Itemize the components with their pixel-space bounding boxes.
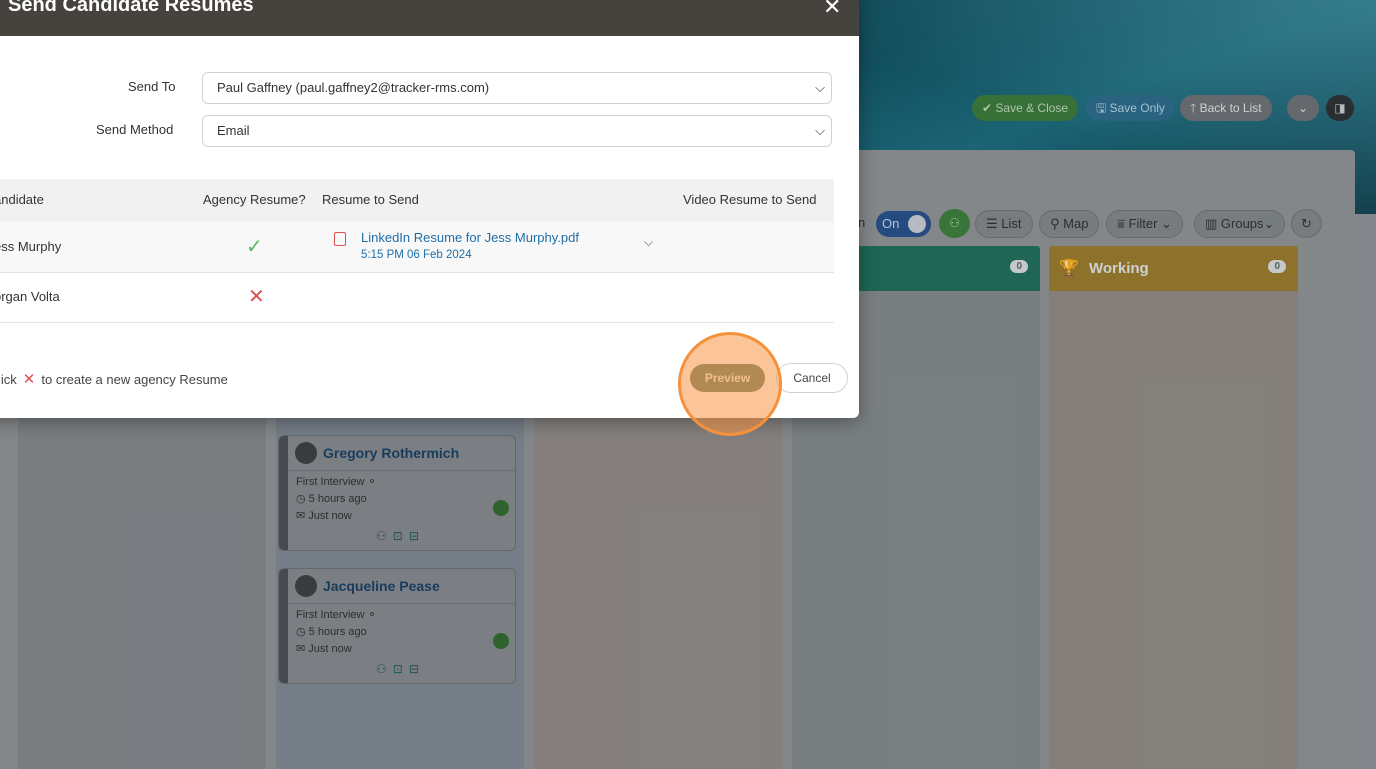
send-to-label: Send To [128, 79, 176, 94]
send-method-select[interactable]: Email ⌵ [202, 115, 832, 147]
send-method-label: Send Method [96, 122, 174, 137]
send-to-select[interactable]: Paul Gaffney (paul.gaffney2@tracker-rms.… [202, 72, 832, 104]
column-header-video-resume: Video Resume to Send [683, 192, 817, 207]
footer-hint: lick ✕ to create a new agency Resume [0, 370, 228, 388]
close-icon[interactable]: ✕ [823, 0, 841, 20]
modal-title: Send Candidate Resumes [8, 0, 254, 16]
pdf-file-icon [334, 232, 346, 246]
preview-button[interactable]: Preview [690, 364, 765, 392]
send-resumes-modal: Send Candidate Resumes ✕ Send To Paul Ga… [0, 0, 859, 418]
resume-file-link[interactable]: LinkedIn Resume for Jess Murphy.pdf [361, 230, 579, 245]
chevron-down-icon[interactable]: ⌵ [644, 235, 653, 250]
create-agency-resume-icon[interactable]: ✕ [248, 284, 265, 309]
footer-hint-suffix: to create a new agency Resume [41, 372, 228, 387]
resume-date: 5:15 PM 06 Feb 2024 [361, 249, 472, 261]
table-header: andidate Agency Resume? Resume to Send V… [0, 179, 834, 222]
table-row: ess Murphy ✓ LinkedIn Resume for Jess Mu… [0, 222, 834, 273]
footer-hint-prefix: lick [0, 372, 17, 387]
check-icon: ✓ [246, 236, 263, 258]
column-header-candidate: andidate [0, 192, 44, 207]
send-method-value: Email [217, 123, 250, 138]
candidate-name: organ Volta [0, 289, 60, 304]
send-to-value: Paul Gaffney (paul.gaffney2@tracker-rms.… [217, 80, 490, 95]
column-header-agency-resume: Agency Resume? [203, 192, 306, 207]
table-row: organ Volta ✕ [0, 272, 834, 323]
chevron-down-icon: ⌵ [815, 80, 825, 95]
column-header-resume-to-send: Resume to Send [322, 192, 419, 207]
candidate-name: ess Murphy [0, 239, 62, 254]
cross-icon: ✕ [22, 371, 36, 388]
chevron-down-icon: ⌵ [815, 123, 825, 138]
modal-header: Send Candidate Resumes ✕ [0, 0, 859, 36]
cancel-button[interactable]: Cancel [776, 363, 848, 393]
